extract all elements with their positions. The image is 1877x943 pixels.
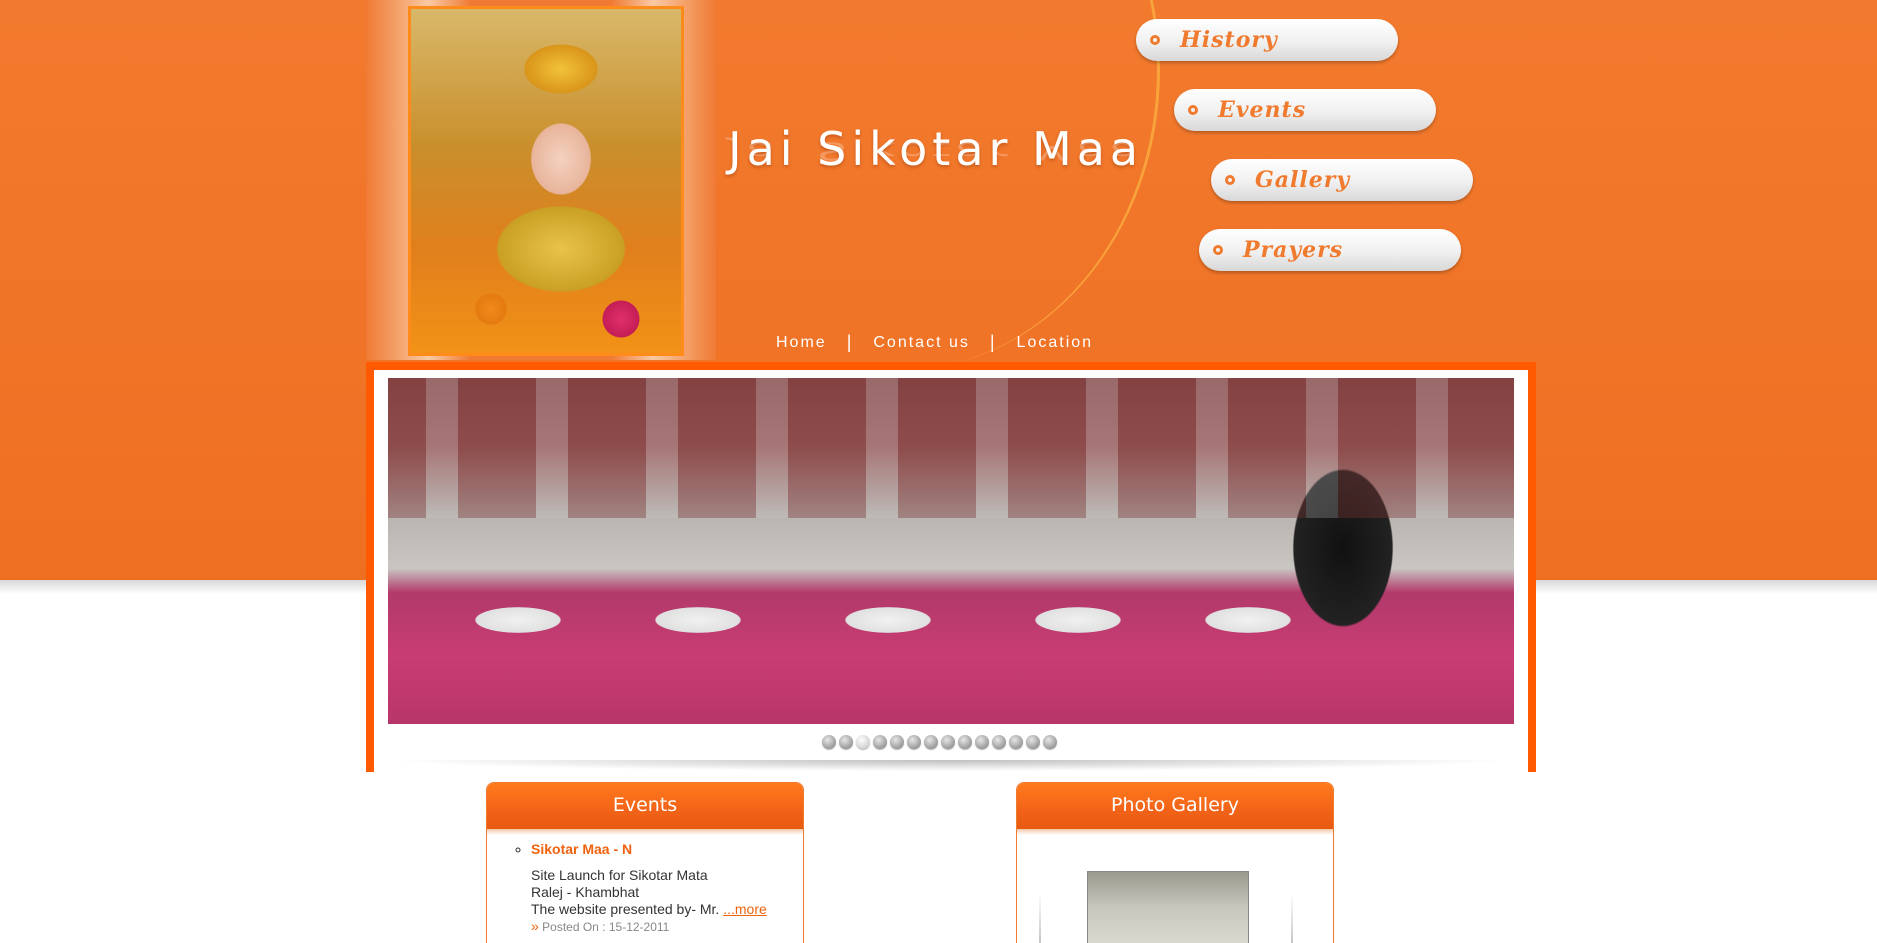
slider-dot[interactable] (856, 735, 870, 749)
photo-gallery-heading: Photo Gallery (1017, 783, 1333, 829)
slider-dot[interactable] (822, 735, 836, 749)
deity-portrait-image (408, 6, 684, 356)
nav-pill-label: Prayers (1243, 237, 1344, 263)
site-title-reflection: Jai Sikotar Maa (728, 136, 1144, 166)
event-line: The website presented by- Mr. (531, 901, 720, 917)
home-link[interactable]: Home (776, 334, 827, 352)
gallery-thumbnail-image[interactable] (1087, 871, 1249, 943)
slider-dot[interactable] (958, 735, 972, 749)
event-line: Ralej - Khambhat (531, 884, 640, 900)
portrait-frame (366, 0, 716, 360)
event-title-link[interactable]: Sikotar Maa - N (531, 841, 803, 857)
slider-dot[interactable] (1009, 735, 1023, 749)
bullet-circle-icon (1225, 175, 1235, 185)
slider-dot[interactable] (992, 735, 1006, 749)
photo-gallery-box: Photo Gallery (1016, 782, 1334, 943)
slider-dot[interactable] (941, 735, 955, 749)
events-list: Sikotar Maa - N Site Launch for Sikotar … (487, 835, 803, 918)
bullet-circle-icon (1188, 105, 1198, 115)
gallery-next-edge (1291, 893, 1293, 943)
bullet-circle-icon (1150, 35, 1160, 45)
slide-image-overlay (388, 378, 1514, 518)
slider-dot[interactable] (873, 735, 887, 749)
slider-dot[interactable] (907, 735, 921, 749)
slider-pagination (822, 735, 1057, 749)
nav-pill-label: History (1180, 27, 1278, 53)
posted-date: » Posted On : 15-12-2011 (487, 918, 803, 934)
contact-us-link[interactable]: Contact us (873, 334, 969, 352)
nav-separator: | (989, 332, 997, 352)
event-line: Site Launch for Sikotar Mata (531, 867, 708, 883)
slider-dot[interactable] (890, 735, 904, 749)
nav-pill-history[interactable]: History (1136, 19, 1398, 61)
nav-pill-prayers[interactable]: Prayers (1199, 229, 1461, 271)
nav-pill-label: Gallery (1255, 167, 1351, 193)
posted-date-text: Posted On : 15-12-2011 (542, 920, 670, 934)
event-description: Site Launch for Sikotar Mata Ralej - Kha… (531, 867, 803, 918)
gallery-prev-edge (1039, 893, 1041, 943)
nav-pill-events[interactable]: Events (1174, 89, 1436, 131)
more-link[interactable]: ...more (723, 901, 767, 917)
nav-pill-gallery[interactable]: Gallery (1211, 159, 1473, 201)
slider-dot[interactable] (839, 735, 853, 749)
top-nav: Home | Contact us | Location (776, 332, 1093, 353)
nav-pill-label: Events (1218, 97, 1307, 123)
events-box-heading: Events (487, 783, 803, 829)
slider-dot[interactable] (1026, 735, 1040, 749)
slider-shadow (384, 760, 1516, 782)
slider-dot[interactable] (1043, 735, 1057, 749)
list-item: Sikotar Maa - N Site Launch for Sikotar … (531, 841, 803, 918)
slider-dot[interactable] (924, 735, 938, 749)
bullet-circle-icon (1213, 245, 1223, 255)
nav-separator: | (846, 332, 854, 352)
box-heading-shadow (1017, 829, 1333, 835)
arrow-icon: » (531, 918, 539, 934)
slider-dot[interactable] (975, 735, 989, 749)
events-box: Events Sikotar Maa - N Site Launch for S… (486, 782, 804, 943)
location-link[interactable]: Location (1017, 334, 1094, 352)
